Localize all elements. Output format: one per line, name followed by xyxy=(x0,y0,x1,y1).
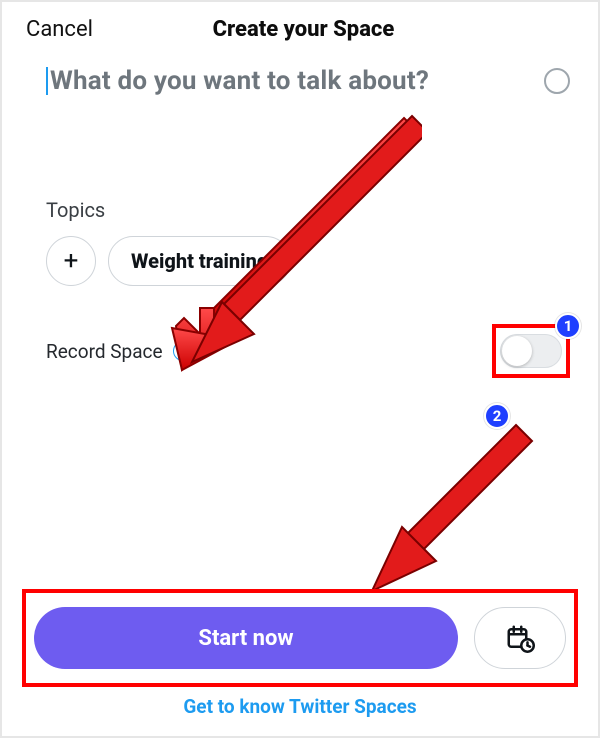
topic-chip-label: Weight training xyxy=(131,249,268,273)
start-now-button[interactable]: Start now xyxy=(34,607,458,669)
space-name-input[interactable]: What do you want to talk about? xyxy=(2,56,598,96)
annotation-box-2: Start now xyxy=(22,589,578,687)
topic-chip[interactable]: Weight training xyxy=(108,236,291,286)
bottom-area: 2 Start now xyxy=(22,589,578,718)
topic-chips-row: + Weight training xyxy=(46,236,554,286)
create-space-screen: Cancel Create your Space What do you wan… xyxy=(0,0,600,738)
annotation-badge-2: 2 xyxy=(484,403,510,429)
info-icon[interactable]: i xyxy=(173,341,193,361)
schedule-button[interactable] xyxy=(474,607,566,669)
calendar-clock-icon xyxy=(505,623,535,653)
toggle-knob xyxy=(502,336,532,366)
plus-icon: + xyxy=(64,246,79,276)
topics-label: Topics xyxy=(46,198,554,222)
space-name-placeholder: What do you want to talk about? xyxy=(50,66,544,96)
annotation-badge-1: 1 xyxy=(555,313,581,339)
topics-section: Topics + Weight training xyxy=(2,198,598,286)
learn-more-link[interactable]: Get to know Twitter Spaces xyxy=(22,695,578,718)
selection-circle-icon[interactable] xyxy=(544,68,570,94)
annotation-box-1: 1 xyxy=(492,324,570,378)
record-space-label: Record Space xyxy=(46,340,163,363)
record-space-row: Record Space i 1 xyxy=(2,324,598,378)
record-space-toggle[interactable] xyxy=(500,334,562,368)
start-now-label: Start now xyxy=(198,626,293,651)
add-topic-button[interactable]: + xyxy=(46,236,96,286)
text-caret xyxy=(46,67,48,95)
header-bar: Cancel Create your Space xyxy=(2,2,598,56)
page-title: Create your Space xyxy=(33,17,574,42)
annotation-arrow-2 xyxy=(358,419,538,599)
